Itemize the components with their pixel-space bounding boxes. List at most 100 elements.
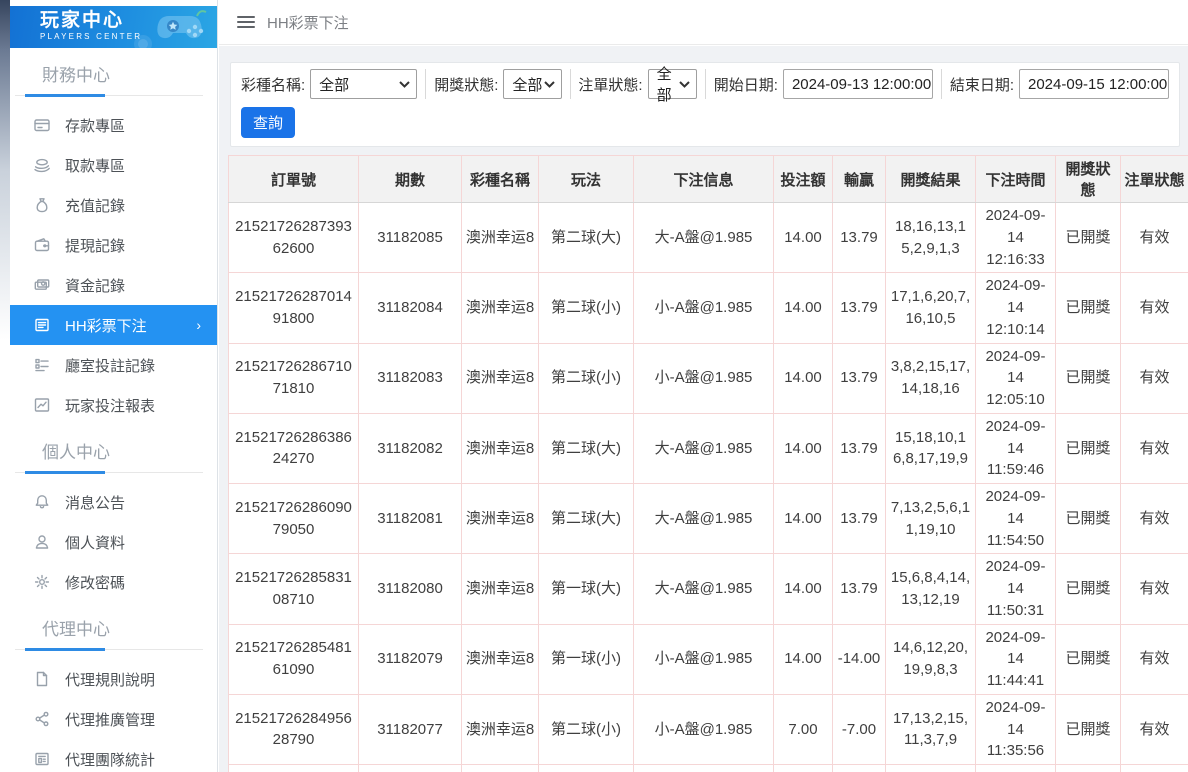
table-cell: 大-A盤@1.985 [634,484,774,554]
table-cell: 有效 [1121,484,1188,554]
table-cell: 已開獎 [1056,765,1121,772]
table-cell: 2024-09-14 11:44:41 [976,624,1056,694]
column-header: 下注時間 [976,156,1056,203]
table-cell: 31182079 [359,624,462,694]
table-row: 215217262860907905031182081澳洲幸运8第二球(大)大-… [229,484,1188,554]
lottery-name-value: 全部 [319,74,349,95]
column-header: 彩種名稱 [462,156,539,203]
table-cell: 有效 [1121,765,1188,772]
order-status-select[interactable]: 全部 [648,69,697,99]
room-record-icon [33,356,51,374]
sidebar-item-user[interactable]: 個人資料 [10,522,217,562]
table-cell: 有效 [1121,203,1188,273]
sidebar-item-withdraw-hand[interactable]: 取款專區 [10,145,217,185]
table-cell: 14.00 [774,413,833,483]
table-cell: 7.00 [774,694,833,764]
sidebar-item-label: 取款專區 [65,155,125,176]
table-cell: 已開獎 [1056,413,1121,483]
table-row: 215217262858310871031182080澳洲幸运8第一球(大)大-… [229,554,1188,624]
table-cell: 澳洲幸运8 [462,203,539,273]
table-cell: 13.79 [833,484,886,554]
table-cell: 18,16,13,15,2,9,1,3 [886,203,976,273]
table-cell: 2152172628638624270 [229,413,359,483]
filter-row: 彩種名稱: 全部 開獎狀態: 全部 注單狀態: 全部 [241,69,1169,99]
table-cell: 已開獎 [1056,343,1121,413]
filter-separator [570,69,571,99]
draw-status-select[interactable]: 全部 [503,69,561,99]
table-cell: 澳洲幸运8 [462,624,539,694]
column-header: 訂單號 [229,156,359,203]
user-icon [33,533,51,551]
table-row: 215217262849562879031182077澳洲幸运8第二球(小)小-… [229,694,1188,764]
sidebar: 玩家中心 PLAYERS CENTER 財務中心存款專區取款專區充值記錄提現記錄… [10,0,218,772]
end-date-input[interactable]: 2024-09-15 12:00:00 [1019,69,1169,99]
search-button[interactable]: 查詢 [241,107,295,138]
table-cell: 13.79 [833,203,886,273]
table-cell: 澳洲幸运8 [462,765,539,772]
table-cell: 已開獎 [1056,624,1121,694]
table-cell: 17,13,2,15,11,3,7,9 [886,694,976,764]
topbar: HH彩票下注 [219,0,1188,45]
sidebar-item-gear[interactable]: 修改密碼 [10,562,217,602]
sidebar-item-label: 代理團隊統計 [65,749,155,770]
table-cell: -7.00 [833,694,886,764]
table-cell: 已開獎 [1056,273,1121,343]
table-cell: 13.79 [833,343,886,413]
table-cell: 2152172628701491800 [229,273,359,343]
section-divider [15,472,203,473]
table-cell: 小-A盤@1.985 [634,694,774,764]
filter-separator [425,69,426,99]
sidebar-item-stats[interactable]: 代理團隊統計 [10,739,217,772]
table-cell: 2024-09-14 11:50:31 [976,554,1056,624]
table-cell: 9,6,3,14,11,12,13,2 [886,765,976,772]
money-bag-icon [33,196,51,214]
table-cell: 澳洲幸运8 [462,413,539,483]
table-cell: 第一球(大) [539,554,634,624]
column-header: 開獎狀態 [1056,156,1121,203]
sidebar-item-cash-record[interactable]: 資金記錄 [10,265,217,305]
table-cell: 大-A盤@1.985 [634,203,774,273]
sidebar-item-label: 資金記錄 [65,275,125,296]
chevron-down-icon [679,81,690,88]
table-cell: 澳洲幸运8 [462,343,539,413]
sidebar-item-lottery-list[interactable]: HH彩票下注› [10,305,217,345]
table-cell: 14.00 [774,203,833,273]
gear-icon [33,573,51,591]
section-divider [15,649,203,650]
table-cell: 2024-09-14 12:16:33 [976,203,1056,273]
table-cell: 2024-09-14 11:59:46 [976,413,1056,483]
sidebar-item-report-chart[interactable]: 玩家投注報表 [10,385,217,425]
table-cell: 31182077 [359,694,462,764]
table-cell: 澳洲幸运8 [462,554,539,624]
left-edge-gradient [0,0,10,772]
sidebar-item-room-record[interactable]: 廳室投註記錄 [10,345,217,385]
sidebar-item-wallet[interactable]: 提現記錄 [10,225,217,265]
start-date-input[interactable]: 2024-09-13 12:00:00 [783,69,933,99]
table-row: 215217262863862427031182082澳洲幸运8第二球(大)大-… [229,413,1188,483]
table-cell: 有效 [1121,273,1188,343]
table-header-row: 訂單號期數彩種名稱玩法下注信息投注額輸贏開獎結果下注時間開獎狀態注單狀態 [229,156,1188,203]
table-cell: 第二球(大) [539,203,634,273]
table-cell: 澳洲幸运8 [462,484,539,554]
table-cell: 15,18,10,16,8,17,19,9 [886,413,976,483]
order-status-label: 注單狀態: [578,74,642,95]
table-cell: 小-A盤@1.985 [634,624,774,694]
table-cell: 7.00 [774,765,833,772]
share-icon [33,710,51,728]
table-cell: 2152172628739362600 [229,203,359,273]
lottery-name-select[interactable]: 全部 [310,69,417,99]
sidebar-item-bell[interactable]: 消息公告 [10,482,217,522]
sidebar-item-share[interactable]: 代理推廣管理 [10,699,217,739]
sidebar-item-file[interactable]: 代理規則說明 [10,659,217,699]
table-cell: 澳洲幸运8 [462,273,539,343]
deposit-card-icon [33,116,51,134]
menu-toggle-icon[interactable] [237,13,255,31]
table-cell: 已開獎 [1056,484,1121,554]
sidebar-item-deposit-card[interactable]: 存款專區 [10,105,217,145]
table-cell: 13.79 [833,273,886,343]
table-cell: 已開獎 [1056,694,1121,764]
sidebar-item-label: 充值記錄 [65,195,125,216]
table-row: 215217262873936260031182085澳洲幸运8第二球(大)大-… [229,203,1188,273]
sidebar-item-money-bag[interactable]: 充值記錄 [10,185,217,225]
table-cell: 14.00 [774,273,833,343]
